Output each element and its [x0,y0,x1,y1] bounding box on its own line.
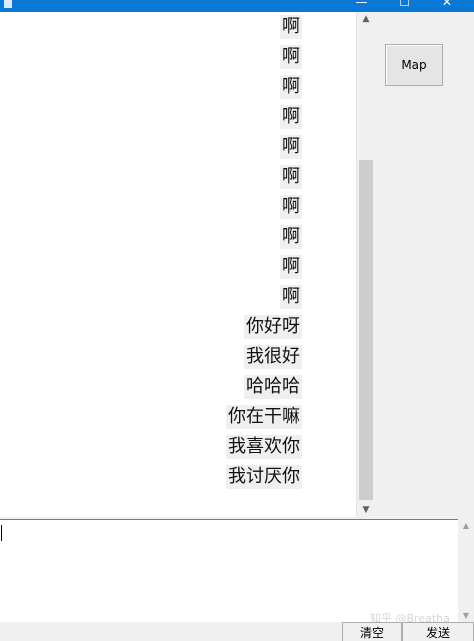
message-text: 我喜欢你 [226,435,302,459]
scroll-up-arrow-icon[interactable]: ▲ [357,14,375,24]
message-row: 啊 [0,222,302,252]
message-text: 啊 [280,105,302,129]
message-text: 啊 [280,195,302,219]
message-text: 啊 [280,75,302,99]
message-row: 啊 [0,42,302,72]
message-text: 啊 [280,15,302,39]
input-scroll-down-icon[interactable]: ▼ [458,611,474,620]
message-row: 啊 [0,132,302,162]
input-scrollbar[interactable]: ▲ ▼ [458,519,474,622]
message-row: 我讨厌你 [0,462,302,492]
message-row: 你好呀 [0,312,302,342]
app-icon [4,0,12,8]
message-text: 啊 [280,225,302,249]
message-row: 我很好 [0,342,302,372]
window-controls[interactable]: — ☐ ✕ [356,0,466,9]
message-list: 啊 啊 啊 啊 啊 啊 啊 啊 啊 啊 你好呀 我很好 哈哈哈 你在干嘛 我喜欢… [0,12,302,492]
message-text: 哈哈哈 [244,375,302,399]
title-bar: — ☐ ✕ [0,0,474,12]
chat-scrollbar[interactable]: ▲ ▼ [356,12,375,517]
message-text: 你好呀 [244,315,302,339]
message-row: 啊 [0,282,302,312]
chat-history-panel: 啊 啊 啊 啊 啊 啊 啊 啊 啊 啊 你好呀 我很好 哈哈哈 你在干嘛 我喜欢… [0,12,356,517]
clear-button[interactable]: 清空 [342,622,402,641]
scroll-down-arrow-icon[interactable]: ▼ [357,505,375,515]
message-text: 我讨厌你 [226,465,302,489]
message-text: 你在干嘛 [226,405,302,429]
message-row: 啊 [0,252,302,282]
message-row: 啊 [0,12,302,42]
text-caret [1,525,2,541]
message-input[interactable] [0,519,458,623]
message-row: 啊 [0,192,302,222]
message-row: 啊 [0,102,302,132]
message-row: 你在干嘛 [0,402,302,432]
message-row: 啊 [0,162,302,192]
message-text: 我很好 [244,345,302,369]
message-row: 啊 [0,72,302,102]
message-text: 啊 [280,135,302,159]
message-text: 啊 [280,165,302,189]
message-row: 我喜欢你 [0,432,302,462]
input-scroll-up-icon[interactable]: ▲ [458,521,474,530]
scrollbar-thumb[interactable] [359,160,373,500]
message-row: 哈哈哈 [0,372,302,402]
send-button[interactable]: 发送 [402,622,474,641]
message-text: 啊 [280,255,302,279]
map-button[interactable]: Map [385,44,443,86]
message-text: 啊 [280,285,302,309]
message-text: 啊 [280,45,302,69]
app-window: — ☐ ✕ 啊 啊 啊 啊 啊 啊 啊 啊 啊 啊 你好呀 我很好 哈哈哈 你在… [0,0,474,641]
